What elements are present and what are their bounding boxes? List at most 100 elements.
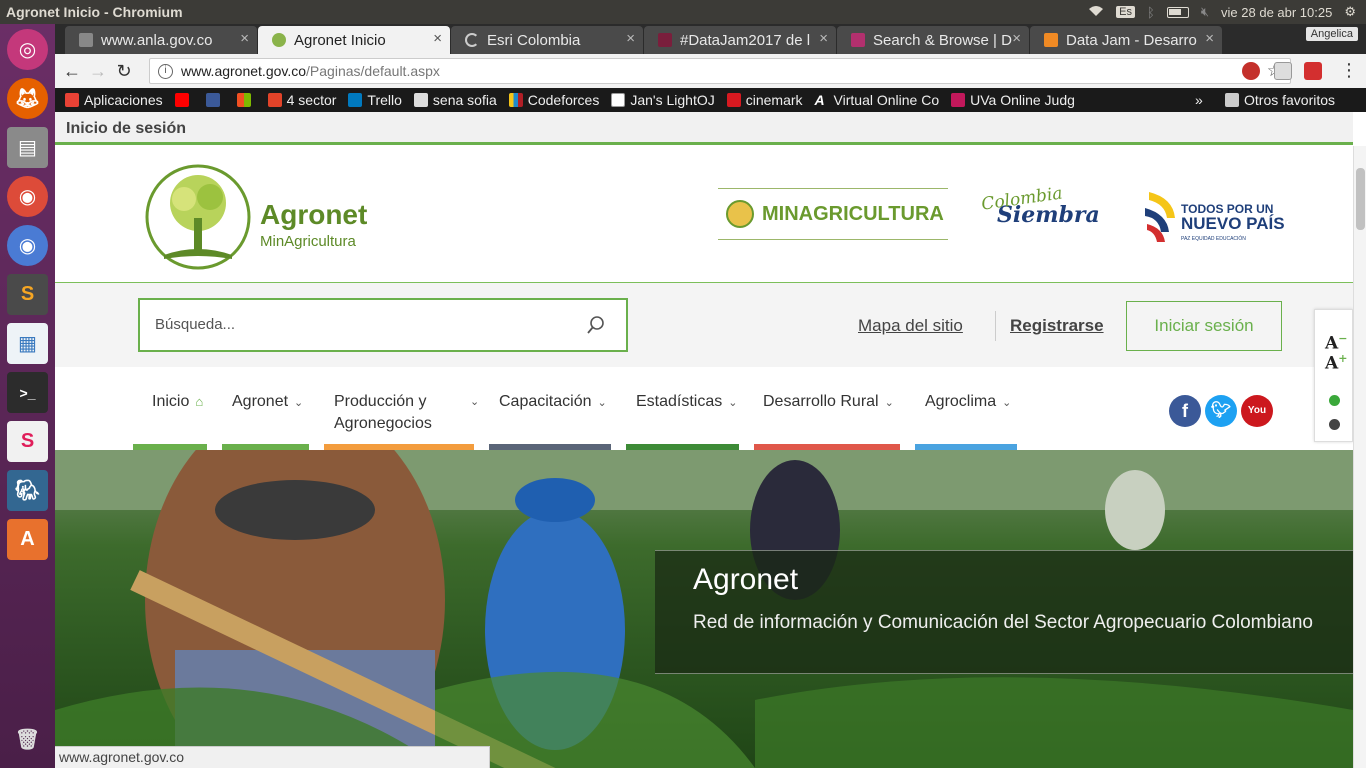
bookmark-label: Virtual Online Co (833, 92, 940, 108)
bookmark-lightoj[interactable]: Jan's LightOJ (611, 92, 715, 108)
login-bar[interactable]: Inicio de sesión (55, 112, 1353, 145)
vjudge-icon: A (814, 92, 825, 108)
ubuntu-dash-icon[interactable]: ◎ (7, 29, 48, 70)
more-bookmarks-button[interactable]: » (1195, 92, 1203, 108)
reload-icon[interactable]: ↻ (111, 61, 137, 82)
bookmark-trello[interactable]: Trello (348, 92, 402, 108)
login-button[interactable]: Iniciar sesión (1126, 301, 1282, 351)
scrollbar-thumb[interactable] (1356, 168, 1365, 230)
bookmark-label: cinemark (745, 92, 803, 108)
nav-item-produccion[interactable]: Producción y Agronegocios ⌄ (334, 391, 484, 435)
sitemap-link[interactable]: Mapa del sitio (858, 316, 963, 336)
firefox-icon[interactable]: 🦊︎ (7, 78, 48, 119)
nav-item-estadisticas[interactable]: Estadísticas ⌄ (636, 391, 737, 414)
facebook-icon[interactable]: f (1169, 395, 1201, 427)
close-icon[interactable]: × (626, 30, 635, 47)
web-page: Inicio de sesión Agronet MinAgricultura … (55, 112, 1353, 768)
minagricultura-logo[interactable]: MINAGRICULTURA (718, 188, 948, 240)
bookmark-youtube[interactable] (174, 93, 194, 107)
menu-icon[interactable]: ⋮ (1340, 60, 1358, 81)
pdf-extension-icon[interactable] (1304, 62, 1322, 80)
bookmark-label: UVa Online Judg (970, 92, 1075, 108)
volume-muted-icon[interactable]: 🔇︎ (1201, 4, 1209, 20)
libreoffice-impress-icon[interactable]: ▦ (7, 323, 48, 364)
chromium-icon[interactable]: ◉ (7, 225, 48, 266)
close-icon[interactable]: × (1012, 30, 1021, 47)
tab-anla[interactable]: www.anla.gov.co × (65, 26, 257, 54)
page-scrollbar[interactable] (1353, 146, 1366, 768)
files-icon[interactable]: ▤ (7, 127, 48, 168)
youtube-icon[interactable]: You (1241, 395, 1273, 427)
dark-theme-dot[interactable] (1329, 419, 1340, 430)
search-input[interactable]: Búsqueda... (138, 298, 628, 352)
bluetooth-icon[interactable]: ᛒ (1147, 5, 1155, 20)
tab-esri[interactable]: Esri Colombia × (451, 26, 643, 54)
register-link[interactable]: Registrarse (1010, 316, 1104, 336)
battery-icon[interactable] (1166, 6, 1189, 18)
other-bookmarks-folder[interactable]: Otros favoritos (1225, 92, 1335, 108)
bookmark-virtual-online[interactable]: A Virtual Online Co (815, 92, 940, 108)
chrome-icon[interactable]: ◉ (7, 176, 48, 217)
extension-icon[interactable] (1274, 62, 1292, 80)
system-top-bar: Agronet Inicio - Chromium Es ᛒ 🔇︎ vie 28… (0, 0, 1366, 24)
clock[interactable]: vie 28 de abr 10:25 (1221, 5, 1332, 20)
forward-arrow-icon[interactable]: → (85, 61, 111, 82)
flag-icon (1145, 192, 1175, 242)
wifi-icon[interactable] (1088, 5, 1104, 20)
software-center-icon[interactable]: A (7, 519, 48, 560)
tab-datajam2017[interactable]: #DataJam2017 de l × (644, 26, 836, 54)
close-icon[interactable]: × (433, 30, 442, 47)
font-decrease-label: A (1325, 333, 1339, 354)
bookmark-sena-sofia[interactable]: sena sofia (413, 92, 497, 108)
bookmark-facebook[interactable] (205, 93, 225, 107)
slack-icon[interactable]: S (7, 421, 48, 462)
search-icon[interactable] (586, 315, 606, 335)
terminal-icon[interactable]: >_ (7, 372, 48, 413)
window-title: Agronet Inicio - Chromium (6, 4, 183, 20)
info-icon[interactable]: i (158, 63, 173, 79)
agronet-logo[interactable]: Agronet MinAgricultura (144, 163, 384, 271)
minagricultura-text: MINAGRICULTURA (762, 202, 944, 225)
colombia-siembra-logo[interactable]: Colombia Siembra (977, 184, 1107, 246)
font-increase-button[interactable]: A+ (1325, 352, 1347, 374)
tab-label: Data Jam - Desarro (1066, 31, 1197, 49)
bookmark-apps[interactable]: Aplicaciones (65, 92, 163, 108)
close-icon[interactable]: × (819, 30, 828, 47)
apps-grid-icon (65, 93, 79, 107)
pgadmin-icon[interactable]: 🐘︎ (7, 470, 48, 511)
keyboard-layout-indicator[interactable]: Es (1116, 6, 1136, 18)
back-arrow-icon[interactable]: ← (59, 61, 85, 82)
bookmark-uva[interactable]: UVa Online Judg (951, 92, 1075, 108)
bookmark-cinemark[interactable]: cinemark (726, 92, 803, 108)
font-decrease-button[interactable]: A− (1325, 332, 1347, 354)
profile-button[interactable]: Angelica (1305, 27, 1358, 41)
url-host: www.agronet.gov.co (181, 63, 307, 79)
bookmark-codeforces[interactable]: Codeforces (508, 92, 599, 108)
trash-icon[interactable]: 🗑︎ (7, 719, 48, 760)
bookmark-microsoft[interactable] (236, 93, 256, 107)
nav-item-agroclima[interactable]: Agroclima ⌄ (925, 391, 1011, 414)
nav-item-desarrollo-rural[interactable]: Desarrollo Rural ⌄ (763, 391, 894, 414)
bookmark-4-sector[interactable]: 4 sector (267, 92, 336, 108)
tab-label: www.anla.gov.co (101, 31, 213, 49)
tab-agronet[interactable]: Agronet Inicio × (258, 26, 450, 54)
main-navigation: Inicio ⌂ Agronet ⌄ Producción y Agronegoci… (55, 367, 1353, 450)
close-icon[interactable]: × (1205, 30, 1214, 47)
tab-search-browse[interactable]: Search & Browse | D × (837, 26, 1029, 54)
twitter-icon[interactable]: 🐦︎ (1205, 395, 1237, 427)
nav-item-capacitacion[interactable]: Capacitación ⌄ (499, 391, 607, 414)
todos-por-un-nuevo-pais-logo[interactable]: TODOS POR UN NUEVO PAÍS PAZ EQUIDAD EDUC… (1143, 188, 1285, 248)
sublime-text-icon[interactable]: S (7, 274, 48, 315)
close-icon[interactable]: × (240, 30, 249, 47)
nav-label: Desarrollo Rural (763, 393, 879, 410)
login-bar-label[interactable]: Inicio de sesión (66, 120, 186, 137)
gear-icon[interactable]: ⚙ (1344, 4, 1356, 20)
green-theme-dot[interactable] (1329, 395, 1340, 406)
bookmark-label: Otros favoritos (1244, 92, 1336, 108)
youtube-icon (174, 93, 189, 107)
nav-item-inicio[interactable]: Inicio ⌂ (152, 391, 203, 413)
nav-item-agronet[interactable]: Agronet ⌄ (232, 391, 303, 414)
tab-data-jam[interactable]: Data Jam - Desarro × (1030, 26, 1222, 54)
address-bar[interactable]: i www.agronet.gov.co/Paginas/default.asp… (149, 58, 1291, 84)
adblock-extension-icon[interactable] (1242, 62, 1260, 80)
